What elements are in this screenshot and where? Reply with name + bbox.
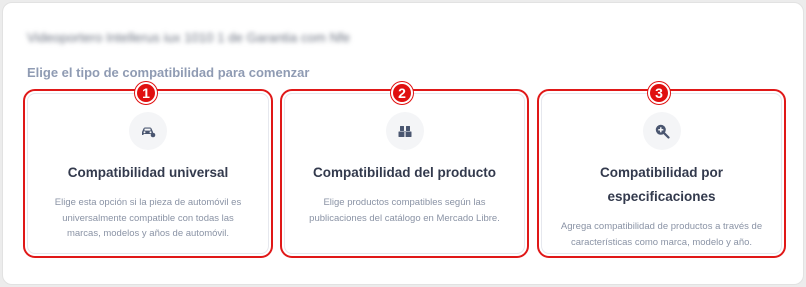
step-badge-2: 2 (391, 82, 413, 104)
card-universal-compatibility[interactable]: Compatibilidad universal Elige esta opci… (23, 89, 273, 258)
card-title: Compatibilidad del producto (313, 165, 496, 180)
section-subtitle: Elige el tipo de compatibilidad para com… (27, 65, 310, 80)
card-title: Compatibilidad universal (67, 165, 229, 180)
card-title: Compatibilidad por especificaciones (600, 165, 723, 204)
card-description: Agrega compatibilidad de productos a tra… (560, 221, 763, 248)
page-title-blurred: Videoportero Intellerus iux 1010 1 de Ga… (27, 30, 351, 45)
step-badge-1: 1 (135, 82, 157, 104)
search-plus-icon (642, 112, 681, 150)
step-badge-3: 3 (648, 82, 670, 104)
card-product-compatibility[interactable]: Compatibilidad del producto Elige produc… (280, 89, 529, 258)
card-description: Elige esta opción si la pieza de automóv… (54, 197, 242, 239)
car-icon (129, 112, 167, 150)
card-description: Elige productos compatibles según las pu… (309, 197, 500, 224)
boxes-icon (385, 112, 424, 150)
card-specifications-compatibility[interactable]: Compatibilidad por especificaciones Agre… (537, 89, 786, 258)
